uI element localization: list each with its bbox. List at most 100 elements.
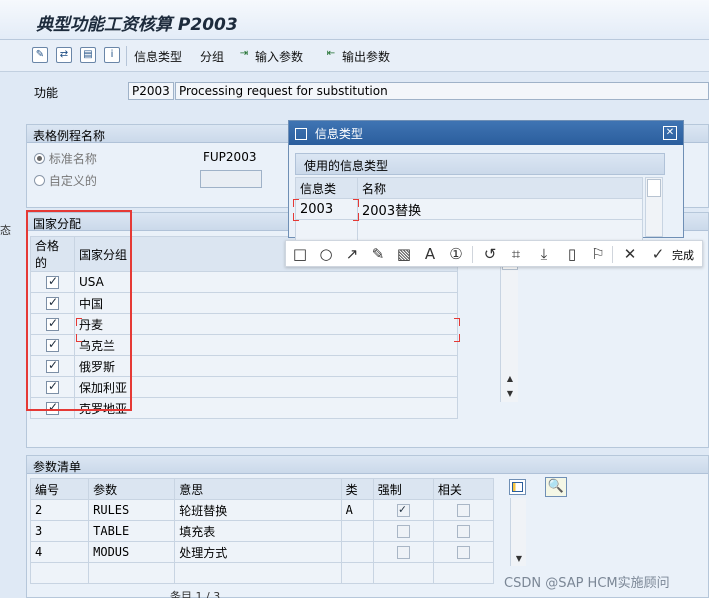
text-icon[interactable]: A: [420, 244, 440, 264]
custom-label: 自定义的: [48, 174, 97, 188]
country-scrollbar[interactable]: ▲ ▼: [500, 258, 518, 402]
annotation-divider: [472, 246, 473, 263]
scroll-up-icon[interactable]: ▲: [502, 372, 518, 386]
annotation-divider: [612, 246, 613, 263]
param-meaning-cell: 轮班替换: [174, 499, 342, 521]
marker-corner: [454, 334, 460, 342]
display-change-icon[interactable]: ✎: [32, 47, 48, 63]
param-param-cell: TABLE: [88, 520, 176, 542]
dialog-col-type: 信息类: [295, 177, 358, 199]
toolbar: ✎ ⇄ ▤ i 信息类型 分组 ⇥ 输入参数 ⇤ 输出参数: [0, 40, 709, 72]
pen-icon[interactable]: ✎: [368, 244, 388, 264]
output-params-icon[interactable]: ⇤: [323, 47, 339, 63]
param-related-cell: [432, 499, 495, 521]
mosaic-icon[interactable]: ▧: [394, 244, 414, 264]
marker-corner: [353, 199, 359, 207]
number-icon[interactable]: ①: [446, 244, 466, 264]
table-row[interactable]: 2003 2003替换: [295, 198, 643, 220]
param-meaning-cell: 填充表: [174, 520, 342, 542]
rectangle-icon[interactable]: □: [290, 244, 310, 264]
annotation-toolbar: □ ○ ↗ ✎ ▧ A ① ↺ ⌗ ⤓ ▯ ⚐ ✕ ✓ 完成: [285, 240, 703, 267]
cancel-icon[interactable]: ✕: [620, 244, 640, 264]
watermark: CSDN @SAP HCM实施顾问: [504, 576, 670, 591]
standard-name-option[interactable]: 标准名称: [34, 150, 97, 167]
param-num-cell: 3: [29, 520, 90, 542]
related-checkbox[interactable]: [456, 504, 470, 517]
params-col-header: 意思: [174, 478, 342, 500]
param-mandatory-cell: [372, 520, 434, 542]
input-params-button[interactable]: 输入参数: [255, 48, 303, 65]
marker-corner: [293, 199, 299, 207]
mandatory-checkbox[interactable]: [396, 502, 410, 517]
params-col-header: 强制: [372, 478, 434, 500]
table-row[interactable]: [29, 562, 495, 584]
input-params-icon[interactable]: ⇥: [236, 47, 252, 63]
scroll-down-icon[interactable]: ▼: [502, 387, 518, 401]
info-icon[interactable]: i: [104, 47, 120, 63]
group-button[interactable]: 分组: [200, 48, 224, 65]
standard-name-value: FUP2003: [203, 150, 257, 164]
info-type-button[interactable]: 信息类型: [134, 48, 182, 65]
related-checkbox[interactable]: [456, 525, 470, 538]
marker-corner: [293, 213, 299, 221]
function-description-field[interactable]: Processing request for substitution: [175, 82, 709, 100]
bookmark-icon[interactable]: ⚐: [588, 244, 608, 264]
param-mandatory-cell: [372, 541, 434, 563]
close-icon[interactable]: ✕: [663, 126, 677, 140]
mandatory-checkbox[interactable]: [396, 546, 410, 559]
params-scroll-down-icon[interactable]: ▼: [511, 552, 527, 566]
arrow-icon[interactable]: ↗: [342, 244, 362, 264]
highlight-box: [26, 210, 132, 411]
table-row[interactable]: 3 TABLE 填充表: [29, 520, 495, 542]
done-button[interactable]: 完成: [672, 247, 694, 263]
param-param-cell: MODUS: [88, 541, 176, 563]
marker-corner: [353, 213, 359, 221]
download-icon[interactable]: ⤓: [534, 244, 554, 264]
custom-radio[interactable]: [34, 175, 45, 186]
params-table-wrap: 编号参数意思类强制相关 2RULES轮班替换A3TABLE填充表4MODUS处理…: [29, 478, 495, 584]
param-num-cell: 2: [29, 499, 90, 521]
table-row[interactable]: 4 MODUS 处理方式: [29, 541, 495, 563]
params-header: 参数清单: [27, 456, 708, 474]
ocr-icon[interactable]: ⌗: [506, 244, 526, 264]
table-row[interactable]: 2 RULES 轮班替换 A: [29, 499, 495, 521]
param-param-cell: RULES: [88, 499, 176, 521]
navigate-icon[interactable]: ⇄: [56, 47, 72, 63]
details-icon[interactable]: 🔍: [545, 477, 567, 497]
pin-icon[interactable]: ▯: [562, 244, 582, 264]
params-scrollbar[interactable]: ▼: [510, 498, 526, 566]
info-type-dialog: 信息类型 ✕ 使用的信息类型 信息类 名称 2003 2003替换: [288, 120, 684, 241]
param-cls-cell: A: [340, 499, 374, 521]
circle-icon[interactable]: ○: [316, 244, 336, 264]
column-settings-icon[interactable]: [509, 479, 526, 495]
page-title: 典型功能工资核算 P2003: [36, 15, 238, 35]
marker-corner: [76, 318, 82, 326]
document-icon[interactable]: ▤: [80, 47, 96, 63]
dialog-table: 信息类 名称 2003 2003替换: [295, 177, 643, 241]
toolbar-divider: [126, 46, 127, 66]
function-code-field[interactable]: P2003: [128, 82, 174, 100]
dialog-title-bar: 信息类型 ✕: [289, 121, 683, 145]
output-params-button[interactable]: 输出参数: [342, 48, 390, 65]
table-row[interactable]: [295, 219, 643, 241]
dialog-scrollbar[interactable]: [645, 177, 663, 237]
custom-option[interactable]: 自定义的: [34, 172, 97, 189]
confirm-icon[interactable]: ✓: [648, 244, 668, 264]
custom-name-field[interactable]: [200, 170, 262, 188]
dialog-scroll-thumb[interactable]: [647, 179, 661, 197]
entry-counter: 条目 1 / 3: [170, 590, 221, 598]
dialog-section-header: 使用的信息类型: [295, 153, 665, 175]
standard-name-radio[interactable]: [34, 153, 45, 164]
dialog-window-icon: [295, 128, 307, 140]
param-mandatory-cell: [372, 499, 434, 521]
left-edge-text: 态: [0, 224, 11, 237]
param-meaning-cell: 处理方式: [174, 541, 342, 563]
related-checkbox[interactable]: [456, 546, 470, 559]
dialog-row-type[interactable]: 2003: [295, 198, 358, 220]
param-num-cell: 4: [29, 541, 90, 563]
undo-icon[interactable]: ↺: [480, 244, 500, 264]
standard-name-label: 标准名称: [48, 152, 97, 166]
param-cls-cell: [340, 541, 374, 563]
mandatory-checkbox[interactable]: [396, 525, 410, 538]
params-col-header: 相关: [432, 478, 495, 500]
